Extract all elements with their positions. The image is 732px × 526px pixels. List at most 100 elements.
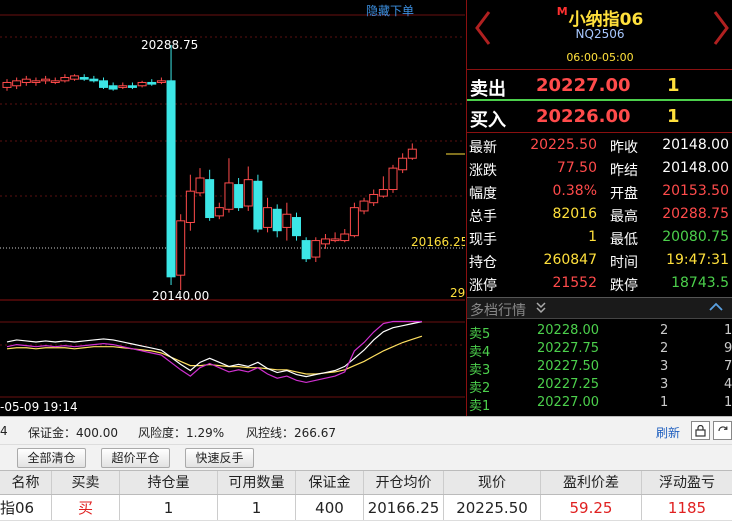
quote-value: 20288.75 <box>662 206 729 222</box>
col-header[interactable]: 可用数量 <box>218 471 296 494</box>
quote-row: 最新 20225.50 昨收 20148.00 <box>467 135 732 158</box>
candle-up <box>195 177 205 194</box>
session-time: 06:00-05:00 <box>566 51 634 64</box>
quote-label: 幅度 <box>469 186 497 202</box>
quote-label: 最低 <box>610 232 638 248</box>
depth-header[interactable]: 多档行情 <box>467 297 732 319</box>
candle-up <box>70 75 80 80</box>
quote-value: 21552 <box>552 275 597 291</box>
candle-up <box>137 81 147 87</box>
quote-label: 总手 <box>469 209 497 225</box>
depth-row[interactable]: 卖2 20227.25 3 4 <box>467 376 732 396</box>
candle-up <box>398 157 408 171</box>
quote-value: 18743.5 <box>671 275 729 291</box>
depth-row[interactable]: 卖5 20228.00 2 11 <box>467 322 732 342</box>
quote-value: 260847 <box>543 252 597 268</box>
candle-up <box>282 213 292 228</box>
depth-volume: 9 <box>724 341 732 356</box>
kline-chart[interactable]: 20288.75 20140.00 20166.25 29 -05-09 19:… <box>0 0 465 416</box>
candle-up <box>359 200 369 212</box>
depth-volume: 11 <box>724 323 732 338</box>
candle-up <box>60 77 70 82</box>
candle-down <box>79 77 89 80</box>
quote-value: 20080.75 <box>662 229 729 245</box>
price-line-label: 20166.25 <box>411 235 465 249</box>
buy-row[interactable]: 买入 20226.00 1 <box>467 101 732 133</box>
sync-icon[interactable] <box>713 421 732 440</box>
col-header[interactable]: 持仓量 <box>120 471 218 494</box>
sell-price: 20227.00 <box>536 75 631 96</box>
position-row[interactable]: 指06 买 1 1 400 20166.25 20225.50 59.25 11… <box>0 495 732 521</box>
quote-row: 总手 82016 最高 20288.75 <box>467 204 732 227</box>
depth-price: 20228.00 <box>537 323 600 338</box>
candle-down <box>205 179 215 219</box>
col-header[interactable]: 盈利价差 <box>541 471 642 494</box>
depth-price: 20227.00 <box>537 395 600 410</box>
close-limit-button[interactable]: 超价平仓 <box>101 448 170 468</box>
candle-up <box>378 189 388 197</box>
positions-header: 名称 买卖 持仓量 可用数量 保证金 开仓均价 现价 盈利价差 浮动盈亏 <box>0 470 732 495</box>
depth-count: 1 <box>660 395 669 410</box>
quote-row: 幅度 0.38% 开盘 20153.50 <box>467 181 732 204</box>
reverse-position-button[interactable]: 快速反手 <box>185 448 254 468</box>
quote-grid: 最新 20225.50 昨收 20148.00 涨跌 77.50 昨结 2014… <box>467 135 732 296</box>
sell-label: 卖出 <box>470 79 506 100</box>
candle-down <box>99 80 108 88</box>
indicator-j-line <box>6 320 422 384</box>
quote-value: 0.38% <box>552 183 597 199</box>
col-header[interactable]: 买卖 <box>52 471 120 494</box>
quote-label: 现手 <box>469 232 497 248</box>
depth-label: 卖1 <box>469 399 491 414</box>
quote-label: 昨收 <box>610 140 638 156</box>
depth-row[interactable]: 卖3 20227.50 3 7 <box>467 358 732 378</box>
quote-label: 持仓 <box>469 255 497 271</box>
time-label: -05-09 19:14 <box>0 400 78 414</box>
candle-up <box>263 207 273 228</box>
position-current-price: 20225.50 <box>444 495 541 520</box>
depth-count: 2 <box>660 341 669 356</box>
kline-chart-area[interactable]: 20288.75 20140.00 20166.25 29 -05-09 19:… <box>0 0 465 416</box>
candle-up <box>50 80 60 83</box>
double-chevron-down-icon[interactable] <box>535 302 547 314</box>
col-header[interactable]: 名称 <box>0 471 52 494</box>
col-header[interactable]: 开仓均价 <box>364 471 444 494</box>
quote-panel: M小纳指06 NQ2506 06:00-05:00 卖出 20227.00 1 … <box>466 0 732 416</box>
candle-down <box>253 180 263 230</box>
quote-divider <box>467 132 732 133</box>
quote-row: 涨跌 77.50 昨结 20148.00 <box>467 158 732 181</box>
lock-icon[interactable] <box>691 421 710 440</box>
sell-row[interactable]: 卖出 20227.00 1 <box>467 69 732 101</box>
quote-value: 1 <box>588 229 597 245</box>
depth-title: 多档行情 <box>470 303 526 319</box>
candle-up <box>224 182 234 210</box>
depth-count: 3 <box>660 359 669 374</box>
quote-value: 20148.00 <box>662 160 729 176</box>
col-header[interactable]: 现价 <box>444 471 541 494</box>
candle-up <box>2 81 12 88</box>
refresh-link[interactable]: 刷新 <box>656 424 680 441</box>
col-header[interactable]: 浮动盈亏 <box>642 471 732 494</box>
margin-info: 保证金：400.00 <box>28 426 118 440</box>
indicator-k-line <box>6 321 423 378</box>
candle-up <box>330 238 340 242</box>
candle-down <box>89 78 99 82</box>
position-margin: 400 <box>296 495 364 520</box>
buy-label: 买入 <box>470 110 506 131</box>
chevron-up-icon[interactable] <box>709 302 723 312</box>
depth-count: 3 <box>660 377 669 392</box>
hide-order-link[interactable]: 隐藏下单 <box>366 2 414 19</box>
account-bar: 4 保证金：400.00 风险度：1.29% 风控线：266.67 刷新 <box>0 416 732 444</box>
depth-row[interactable]: 卖4 20227.75 2 9 <box>467 340 732 360</box>
quote-row: 涨停 21552 跌停 18743.5 <box>467 273 732 296</box>
position-price-diff: 59.25 <box>541 495 642 520</box>
col-header[interactable]: 保证金 <box>296 471 364 494</box>
depth-count: 2 <box>660 323 669 338</box>
depth-row[interactable]: 卖1 20227.00 1 1 <box>467 394 732 414</box>
quote-value: 82016 <box>552 206 597 222</box>
position-floating-pnl: 1185 <box>667 499 707 517</box>
candle-down <box>147 81 157 85</box>
candles-group <box>2 45 417 290</box>
close-all-button[interactable]: 全部清仓 <box>17 448 86 468</box>
candle-up <box>118 85 128 88</box>
depth-price: 20227.50 <box>537 359 600 374</box>
